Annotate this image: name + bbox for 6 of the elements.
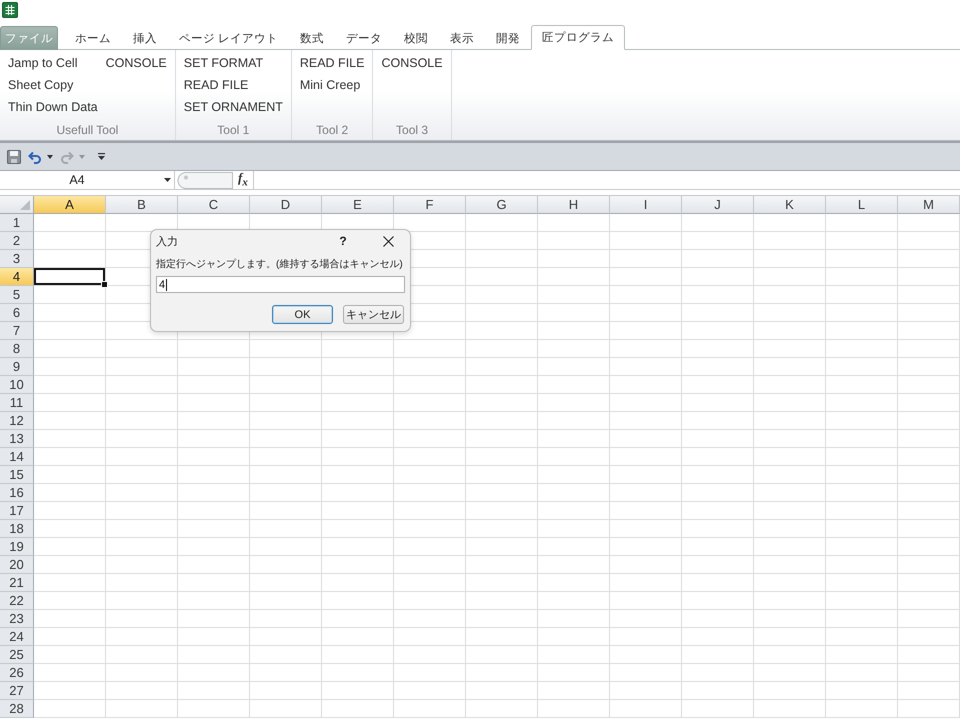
dialog-message: 指定行へジャンプします。(維持する場合はキャンセル) [156, 258, 404, 272]
ribbon-group-label: Tool 3 [395, 122, 430, 139]
dialog-title: 入力 [156, 234, 179, 248]
ribbon-group-label: Tool 2 [315, 122, 350, 139]
ribbon-group-label: Tool 1 [216, 122, 250, 139]
ribbon-group-label: Usefull Tool [55, 122, 120, 139]
